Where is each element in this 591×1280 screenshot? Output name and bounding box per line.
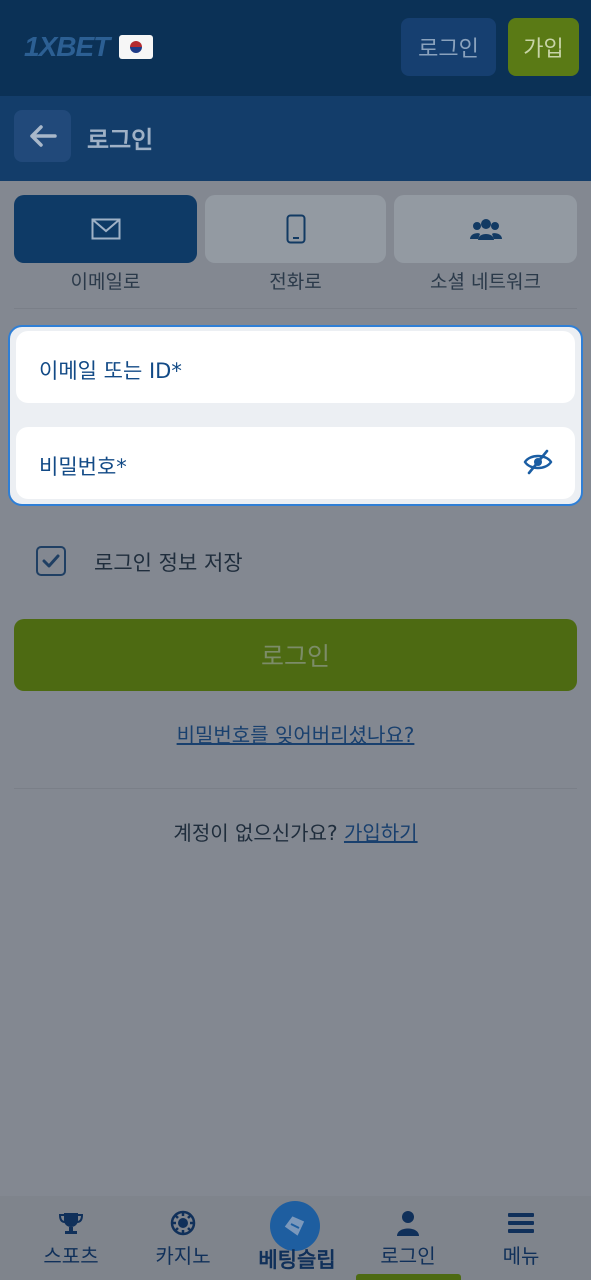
casino-chip-icon (170, 1210, 196, 1236)
password-field[interactable]: 비밀번호* (16, 427, 575, 499)
brand-logo[interactable]: 1XBET (24, 30, 154, 64)
back-button[interactable] (14, 110, 71, 162)
arrow-left-icon (29, 125, 57, 147)
header-login-button[interactable]: 로그인 (401, 18, 496, 76)
bottom-nav: 스포츠 카지노 베팅슬립 로그인 메뉴 (0, 1196, 591, 1280)
ticket-icon (284, 1216, 305, 1236)
email-field[interactable]: 이메일 또는 ID* (16, 331, 575, 403)
envelope-icon (91, 218, 120, 240)
nav-login[interactable]: 로그인 (360, 1196, 456, 1280)
active-tab-indicator (356, 1274, 461, 1280)
top-app-bar: 1XBET 로그인 가입 (0, 0, 591, 96)
login-form: 이메일 또는 ID* 비밀번호* (8, 325, 583, 506)
no-account-text: 계정이 없으신가요? (173, 821, 338, 845)
email-field-placeholder: 이메일 또는 ID* (39, 359, 182, 383)
divider (14, 788, 577, 789)
nav-casino[interactable]: 카지노 (136, 1196, 230, 1280)
hamburger-menu-icon (508, 1213, 534, 1233)
tab-phone[interactable] (205, 195, 386, 263)
nav-sports[interactable]: 스포츠 (24, 1196, 118, 1280)
south-korea-flag-icon (119, 35, 154, 59)
nav-sports-label: 스포츠 (43, 1244, 99, 1268)
signup-prompt: 계정이 없으신가요? 가입하기 (0, 817, 591, 846)
nav-menu[interactable]: 메뉴 (474, 1196, 568, 1280)
nav-menu-label: 메뉴 (502, 1244, 540, 1268)
divider (14, 308, 577, 309)
page-title: 로그인 (87, 126, 154, 154)
page-header: 로그인 (0, 96, 591, 181)
tab-email[interactable] (14, 195, 197, 263)
signup-link[interactable]: 가입하기 (344, 821, 418, 845)
smartphone-icon (286, 214, 305, 244)
eye-slash-icon[interactable] (523, 449, 553, 475)
remember-checkbox[interactable] (36, 546, 66, 576)
forgot-password-link[interactable]: 비밀번호를 잊어버리셨나요? (0, 719, 591, 748)
header-join-button[interactable]: 가입 (508, 18, 579, 76)
remember-label: 로그인 정보 저장 (94, 551, 243, 575)
nav-casino-label: 카지노 (155, 1244, 211, 1268)
checkmark-icon (42, 554, 60, 568)
password-field-placeholder: 비밀번호* (39, 455, 127, 479)
tab-phone-label: 전화로 (269, 271, 322, 293)
nav-betslip-label: 베팅슬립 (258, 1248, 336, 1272)
users-icon (469, 219, 502, 240)
tab-email-label: 이메일로 (70, 271, 141, 293)
login-button[interactable]: 로그인 (14, 619, 577, 691)
user-icon (397, 1211, 419, 1236)
logo-text: 1XBET (24, 31, 110, 62)
trophy-icon (58, 1213, 84, 1234)
tab-social[interactable] (394, 195, 577, 263)
tab-social-label: 소셜 네트워크 (430, 271, 541, 293)
nav-login-label: 로그인 (380, 1244, 436, 1268)
login-content: 이메일로 전화로 소셜 네트워크 이메일 또는 ID* 비밀번호* 로그인 정보… (0, 181, 591, 1196)
